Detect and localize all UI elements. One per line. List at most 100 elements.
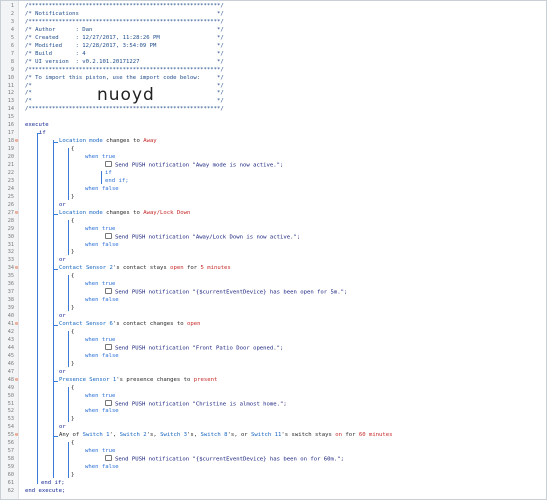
code-line[interactable]: when false <box>85 297 119 304</box>
code-line[interactable]: when false <box>85 242 119 249</box>
device-name[interactable]: Location mode <box>59 138 103 144</box>
device-name[interactable]: Contact Sensor 6 <box>59 321 113 327</box>
code-line[interactable]: end if; <box>105 178 129 185</box>
comment-line[interactable]: /* */ <box>25 98 224 105</box>
comment-line[interactable]: /* Modified : 12/28/2017, 3:54:09 PM */ <box>25 43 224 50</box>
code-line[interactable]: } <box>71 472 74 479</box>
condition-line[interactable]: Presence Sensor 1's presence changes to … <box>59 377 217 384</box>
code-line[interactable]: { <box>71 218 74 225</box>
code-line[interactable]: if <box>105 170 112 177</box>
code-line[interactable]: { <box>71 385 74 392</box>
comment-line[interactable]: /***************************************… <box>25 3 224 10</box>
condition-line[interactable]: Contact Sensor 6's contact changes to op… <box>59 321 200 328</box>
comment-line[interactable]: /* Created : 12/27/2017, 11:28:26 PM */ <box>25 35 224 42</box>
condition-value[interactable]: Away <box>143 138 156 144</box>
code-line[interactable]: if <box>39 130 46 137</box>
comment-line[interactable]: /* UI version : v0.2.101.20171227 */ <box>25 59 224 66</box>
code-line[interactable]: when false <box>85 464 119 471</box>
fold-toggle-icon[interactable]: ⊖ <box>15 265 20 272</box>
push-notification-action[interactable]: Send PUSH notification "Christine is alm… <box>115 401 287 407</box>
condition-duration[interactable]: 5 minutes <box>200 265 230 271</box>
device-name[interactable]: Location mode <box>59 210 103 216</box>
code-line[interactable]: Send PUSH notification "Away mode is now… <box>105 161 283 169</box>
device-name[interactable]: Contact Sensor 2 <box>59 265 113 271</box>
when-true-label: when true <box>85 281 116 288</box>
push-notification-action[interactable]: Send PUSH notification "{$currentEventDe… <box>115 290 347 296</box>
code-line[interactable]: end if; <box>41 480 65 487</box>
fold-toggle-icon[interactable]: ⊖ <box>15 377 20 384</box>
comment-line[interactable]: /* Author : Dan */ <box>25 27 224 34</box>
code-line[interactable]: when false <box>85 186 119 193</box>
code-line[interactable]: Send PUSH notification "{$currentEventDe… <box>105 288 347 296</box>
code-line[interactable]: { <box>71 440 74 447</box>
condition-value[interactable]: on <box>335 432 342 438</box>
comment-line[interactable]: /***************************************… <box>25 19 224 26</box>
code-line[interactable]: when true <box>85 337 115 344</box>
comment-line[interactable]: /* Notifications */ <box>25 11 224 18</box>
fold-toggle-icon[interactable]: ⊖ <box>15 321 20 328</box>
code-token: ', <box>109 432 120 439</box>
code-line[interactable]: when true <box>85 448 115 455</box>
device-name[interactable]: Switch 8 <box>201 432 228 438</box>
comment-text: /* UI version : v0.2.101.20171227 */ <box>25 58 224 65</box>
code-line[interactable]: or <box>59 257 66 264</box>
push-notification-icon <box>105 232 112 239</box>
comment-line[interactable]: /* To import this piston, use the import… <box>25 75 224 82</box>
comment-line[interactable]: /***************************************… <box>25 67 224 74</box>
code-line[interactable]: when true <box>85 154 115 161</box>
comment-line[interactable]: /***************************************… <box>25 106 224 113</box>
comment-line[interactable]: /* */ <box>25 90 224 97</box>
device-name[interactable]: Switch 2 <box>120 432 147 438</box>
code-line[interactable]: when true <box>85 226 115 233</box>
fold-toggle-icon[interactable]: ⊖ <box>15 138 20 145</box>
push-notification-action[interactable]: Send PUSH notification "Away mode is now… <box>115 163 283 169</box>
code-line[interactable]: when false <box>85 353 119 360</box>
code-line[interactable]: or <box>59 313 66 320</box>
code-line[interactable]: or <box>59 369 66 376</box>
code-line[interactable]: { <box>71 329 74 336</box>
code-line[interactable]: } <box>71 249 74 256</box>
condition-line[interactable]: Location mode changes to Away/Lock Down <box>59 210 190 217</box>
code-line[interactable]: when true <box>85 281 115 288</box>
code-line[interactable]: or <box>59 202 66 209</box>
condition-value[interactable]: present <box>194 377 218 383</box>
push-notification-icon <box>105 343 112 350</box>
comment-text: /***************************************… <box>25 3 224 9</box>
code-line[interactable]: Send PUSH notification "{$currentEventDe… <box>105 455 344 463</box>
device-name[interactable]: Switch 1 <box>83 432 110 438</box>
push-notification-action[interactable]: Send PUSH notification "{$currentEventDe… <box>115 457 344 463</box>
condition-line[interactable]: Contact Sensor 2's contact stays open fo… <box>59 265 231 272</box>
block-guide-tick <box>37 133 40 135</box>
condition-value[interactable]: open <box>170 265 183 271</box>
comment-line[interactable]: /* */ <box>25 83 224 90</box>
fold-toggle-icon[interactable]: ⊖ <box>15 210 20 217</box>
code-line[interactable]: } <box>71 416 74 423</box>
device-name[interactable]: Switch 3 <box>160 432 187 438</box>
code-line[interactable]: { <box>71 146 74 153</box>
condition-line[interactable]: Any of Switch 1', Switch 2's, Switch 3's… <box>59 432 393 439</box>
push-notification-action[interactable]: Send PUSH notification "Front Patio Door… <box>115 345 283 351</box>
code-line[interactable]: } <box>71 194 74 201</box>
push-notification-action[interactable]: Send PUSH notification "Away/Lock Down i… <box>115 234 300 240</box>
code-line[interactable]: Send PUSH notification "Away/Lock Down i… <box>105 232 300 241</box>
code-line[interactable]: when true <box>85 393 115 400</box>
code-line[interactable]: execute <box>25 122 49 129</box>
code-line[interactable]: or <box>59 424 66 431</box>
condition-duration[interactable]: 60 minutes <box>359 432 393 438</box>
code-line[interactable]: } <box>71 361 74 368</box>
condition-line[interactable]: Location mode changes to Away <box>59 138 157 145</box>
fold-toggle-icon[interactable]: ⊖ <box>15 432 20 439</box>
code-line[interactable]: { <box>71 273 74 280</box>
condition-value[interactable]: Away/Lock Down <box>143 210 190 216</box>
comment-line[interactable]: /* Build : 4 */ <box>25 51 224 58</box>
code-line[interactable]: Send PUSH notification "Front Patio Door… <box>105 343 283 352</box>
code-line[interactable]: end execute; <box>25 488 65 495</box>
code-line[interactable]: } <box>71 305 74 312</box>
condition-value[interactable]: open <box>187 321 200 327</box>
code-line[interactable]: when false <box>85 408 119 415</box>
code-line[interactable]: Send PUSH notification "Christine is alm… <box>105 399 287 408</box>
device-name[interactable]: Switch 11 <box>251 432 281 438</box>
line-number: 31 <box>7 241 14 248</box>
piston-code-editor[interactable]: 1 2 3 4 5 6 7 8 9 10 11 12 13 14 15 16 17 18 19 20 21 22 23 24 2… <box>0 0 547 500</box>
device-name[interactable]: Presence Sensor 1 <box>59 377 116 383</box>
